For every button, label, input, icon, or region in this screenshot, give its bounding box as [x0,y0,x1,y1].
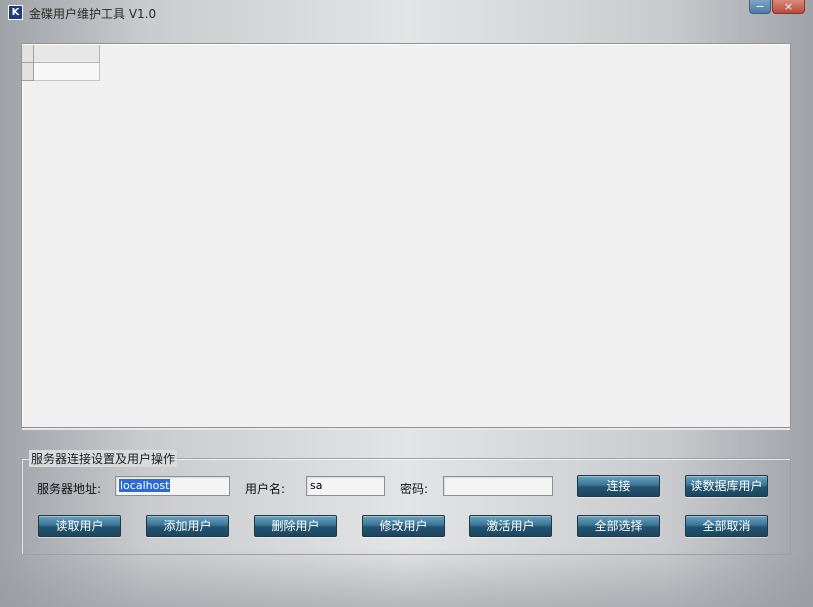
server-settings-group [21,458,791,555]
grid-column-header[interactable] [34,45,100,63]
edit-user-button[interactable]: 修改用户 [362,515,445,537]
deselect-all-button[interactable]: 全部取消 [685,515,768,537]
read-users-button[interactable]: 读取用户 [38,515,121,537]
close-button[interactable]: × [772,0,805,14]
user-grid[interactable] [21,43,791,430]
username-value: sa [310,479,323,492]
grid-row-header[interactable] [22,63,34,81]
read-db-users-button[interactable]: 读数据库用户 [685,475,768,497]
grid-cell[interactable] [34,63,100,81]
username-label: 用户名: [245,482,286,496]
server-address-input[interactable]: localhost [115,476,230,496]
app-window: K 金碟用户维护工具 V1.0 − × 服务器连接设置及用户操作 服务器地址: … [0,0,813,607]
title-bar[interactable]: K 金碟用户维护工具 V1.0 − × [0,0,813,28]
server-address-value: localhost [119,479,171,492]
connect-button[interactable]: 连接 [577,475,660,497]
minimize-icon: − [755,0,765,13]
minimize-button[interactable]: − [749,0,771,14]
grid-corner-header[interactable] [22,45,34,63]
window-title: 金碟用户维护工具 V1.0 [29,7,157,21]
password-input[interactable] [443,476,553,496]
group-title: 服务器连接设置及用户操作 [29,450,178,467]
server-address-label: 服务器地址: [37,482,102,496]
delete-user-button[interactable]: 删除用户 [254,515,337,537]
add-user-button[interactable]: 添加用户 [146,515,229,537]
activate-user-button[interactable]: 激活用户 [469,515,552,537]
username-input[interactable]: sa [306,476,385,496]
select-all-button[interactable]: 全部选择 [577,515,660,537]
app-logo-icon: K [8,5,23,20]
close-icon: × [783,0,794,13]
password-label: 密码: [400,482,429,496]
